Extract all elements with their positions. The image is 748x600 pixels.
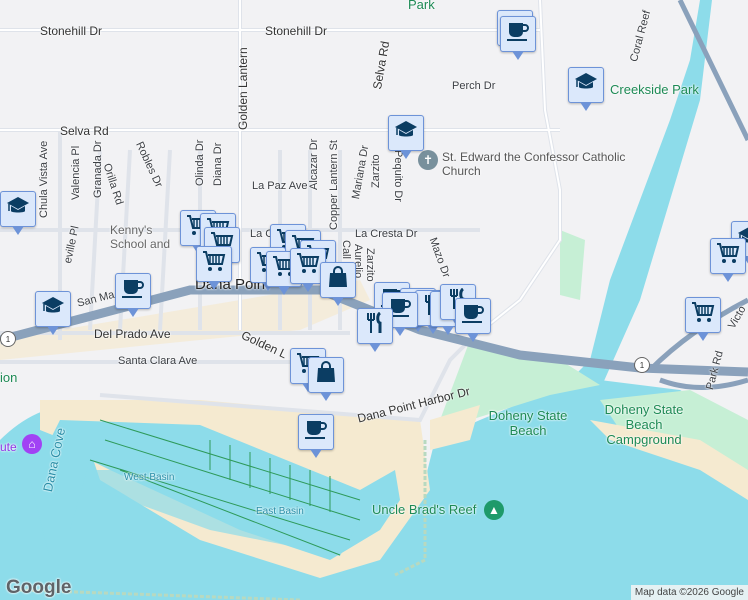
- road-label: Stonehill Dr: [265, 24, 328, 38]
- road-label: Chula Vista Ave: [38, 140, 50, 218]
- road-label: Zarzito: [364, 248, 376, 282]
- road-label: Valencia Pl: [70, 145, 82, 200]
- poi-label: ion: [0, 370, 18, 385]
- cart-icon: [691, 301, 715, 329]
- bag-marker[interactable]: [308, 357, 344, 401]
- coffee-marker[interactable]: [298, 414, 334, 458]
- park-area: [560, 230, 585, 300]
- coffee-icon: [121, 277, 145, 305]
- bag-icon: [326, 266, 350, 294]
- park-label-doheny[interactable]: Doheny State Beach: [488, 408, 568, 438]
- church-label[interactable]: St. Edward the Confessor Catholic Church: [442, 150, 642, 178]
- restaurant-icon: [363, 311, 387, 340]
- bag-icon: [314, 361, 338, 389]
- road-label: Alcazar Dr: [308, 138, 320, 190]
- highway-1-shield: 1: [634, 357, 650, 373]
- road-label: Olinda Dr: [194, 139, 206, 186]
- school-marker[interactable]: [388, 115, 424, 159]
- school-icon: [394, 119, 418, 147]
- cart-icon: [716, 242, 740, 270]
- park-label-doheny-campground[interactable]: Doheny State Beach Campground: [594, 402, 694, 447]
- tree-icon[interactable]: ▲: [484, 500, 504, 520]
- coffee-marker[interactable]: [115, 273, 151, 317]
- road-label: La Paz Ave: [252, 180, 308, 192]
- water-label-west-basin: West Basin: [124, 472, 175, 483]
- poi-label-kennys[interactable]: School and: [110, 237, 170, 251]
- cart-marker[interactable]: [196, 246, 232, 290]
- bag-marker[interactable]: [320, 262, 356, 306]
- road-label: Diana Dr: [212, 142, 224, 186]
- coffee-icon: [461, 302, 485, 330]
- cart-marker[interactable]: [685, 297, 721, 341]
- highway-1-shield: 1: [0, 331, 16, 347]
- school-marker[interactable]: [0, 191, 36, 235]
- google-logo[interactable]: Google: [6, 577, 71, 599]
- coffee-icon: [506, 20, 530, 48]
- park-label[interactable]: Park: [408, 0, 435, 12]
- road-label: Zarzito: [370, 154, 382, 188]
- water-label-east-basin: East Basin: [256, 506, 304, 517]
- road-label: Golden Lantern: [236, 47, 250, 130]
- park-label-creekside[interactable]: Creekside Park: [610, 82, 699, 97]
- school-icon: [41, 295, 65, 323]
- cart-icon: [296, 252, 320, 280]
- road-label: Del Prado Ave: [94, 327, 171, 341]
- road-label: Call: [340, 240, 352, 259]
- park-label-uncle-brads[interactable]: Uncle Brad's Reef: [372, 502, 476, 517]
- poi-label[interactable]: ute: [0, 440, 17, 454]
- road-label: Stonehill Dr: [40, 24, 103, 38]
- coffee-marker[interactable]: [455, 298, 491, 342]
- museum-icon[interactable]: ⌂: [22, 434, 42, 454]
- coffee-marker[interactable]: [500, 16, 536, 60]
- school-marker[interactable]: [35, 291, 71, 335]
- school-marker[interactable]: [568, 67, 604, 111]
- cart-icon: [202, 250, 226, 278]
- road-label: La Cresta Dr: [355, 228, 418, 240]
- cart-marker[interactable]: [710, 238, 746, 282]
- road-label: Perch Dr: [452, 80, 496, 92]
- road-label: Selva Rd: [60, 124, 109, 138]
- coffee-icon: [304, 418, 328, 446]
- road-label: Copper Lantern St: [328, 140, 340, 230]
- church-icon[interactable]: ✝: [418, 150, 438, 170]
- road-label: Santa Clara Ave: [118, 355, 198, 367]
- school-icon: [6, 195, 30, 223]
- map-attribution[interactable]: Map data ©2026 Google: [630, 585, 748, 600]
- poi-label-kennys[interactable]: Kenny's: [110, 223, 152, 237]
- restaurant-marker[interactable]: [357, 308, 393, 352]
- school-icon: [574, 71, 598, 99]
